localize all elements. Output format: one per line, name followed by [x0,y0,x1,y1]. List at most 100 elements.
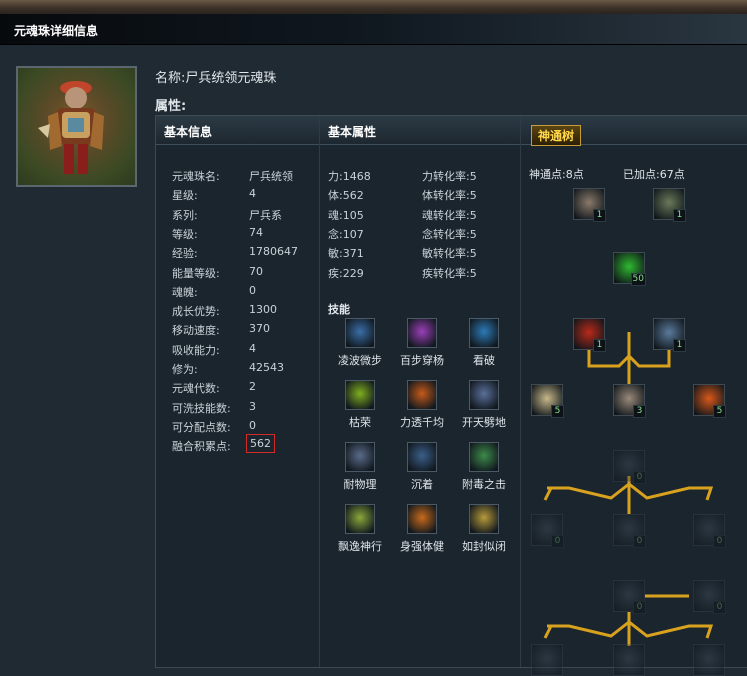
node-points-badge: 0 [633,601,646,614]
seal-shield-icon[interactable] [469,504,499,534]
skill-slot[interactable]: 枯荣 [328,380,392,430]
info-key: 能量等级: [172,266,220,280]
locked-node-icon[interactable]: 0 [613,514,646,548]
info-key: 系列: [172,208,198,222]
node-points-badge: 0 [551,535,564,548]
stat-conversion-rate: 念转化率:5 [422,227,477,241]
locked-node-icon[interactable] [613,644,645,676]
skill-slot[interactable]: 沉着 [390,442,454,492]
green-burst-icon[interactable]: 50 [613,252,646,286]
skill-label: 沉着 [411,478,433,491]
skill-slot[interactable]: 开天劈地 [452,380,516,430]
skill-slot[interactable]: 看破 [452,318,516,368]
skill-label: 枯荣 [349,416,371,429]
basic-attr-column: 基本属性 力:1468 力转化率:5 体:562 体转化率:5 魂:105 魂转化率:5 念… [320,116,521,667]
locked-node-icon[interactable] [531,644,563,676]
locked-node-icon[interactable]: 0 [613,450,646,484]
soul-orb-portrait [16,66,137,187]
basic-attr-title: 基本属性 [328,125,377,139]
skill-label: 开天劈地 [462,416,506,429]
name-label: 名称: [155,71,186,86]
window-frame [0,0,747,15]
stat-conversion-rate: 体转化率:5 [422,189,477,203]
talent-points: 神通点:8点 [529,168,584,181]
skill-label: 力透千均 [400,416,444,429]
fist-icon[interactable]: 3 [613,384,646,418]
vigor-shield-icon[interactable] [407,504,437,534]
info-value: 1300 [249,303,277,317]
composure-icon[interactable] [407,442,437,472]
details-panel: 基本信息 元魂珠名: 尸兵统领 星级: 4 系列: 尸兵系 等级: 74 经验: 1780647 能… [155,115,747,676]
info-key: 融合积累点: [172,440,231,454]
window-title: 元魂珠详细信息 [14,24,99,38]
orb-name: 名称:尸兵统领元魂珠 [155,67,276,86]
skill-label: 飘逸神行 [338,540,382,553]
node-points-badge: 0 [713,601,726,614]
locked-node-icon[interactable] [693,644,725,676]
poison-strike-icon[interactable] [469,442,499,472]
locked-node-icon[interactable]: 0 [531,514,564,548]
node-points-badge: 1 [593,339,606,352]
tab-talent-tree[interactable]: 神通树 [531,125,582,146]
skill-slot[interactable]: 身强体健 [390,504,454,554]
info-value: 0 [249,283,256,297]
warrior-portrait-icon [38,81,104,174]
node-points-badge: 1 [673,339,686,352]
basic-info-header: 基本信息 [156,116,319,145]
flame-arm-icon[interactable]: 5 [693,384,726,418]
skill-label: 凌波微步 [338,354,382,367]
stat-conversion-rate: 疾转化率:5 [422,266,477,280]
node-points-badge: 1 [593,209,606,222]
talent-tree-header: 神通树 [521,116,747,146]
node-points-badge: 3 [633,405,646,418]
info-key: 移动速度: [172,324,220,338]
skill-label: 百步穿杨 [400,354,444,367]
info-value: 4 [249,341,256,355]
node-points-badge: 0 [633,535,646,548]
arrow-pierce-icon[interactable] [407,318,437,348]
swift-shield-icon[interactable] [345,504,375,534]
sky-cleave-icon[interactable] [469,380,499,410]
ice-step-icon[interactable] [345,318,375,348]
info-key: 可洗技能数: [172,401,231,415]
node-points-badge: 5 [551,405,564,418]
node-points-badge: 0 [713,535,726,548]
stat-value: 魂:105 [328,208,364,222]
locked-node-icon[interactable]: 0 [693,514,726,548]
skill-slot[interactable]: 附毒之击 [452,442,516,492]
info-key: 元魂珠名: [172,170,220,183]
stat-conversion-rate: 力转化率:5 [422,170,477,183]
info-key: 魂魄: [172,285,198,299]
stat-value: 力:1468 [328,170,371,183]
skill-slot[interactable]: 百步穿杨 [390,318,454,368]
skill-slot[interactable]: 如封似闭 [452,504,516,554]
power-strike-icon[interactable] [407,380,437,410]
skill-slot[interactable]: 耐物理 [328,442,392,492]
skill-label: 看破 [473,354,495,367]
info-value: 2 [249,380,256,394]
info-value: 74 [249,225,263,239]
node-points-badge: 0 [633,471,646,484]
skill-label: 身强体健 [400,540,444,553]
zombie-head-icon[interactable]: 1 [573,188,606,222]
info-value: 370 [249,322,270,336]
skill-slot[interactable]: 力透千均 [390,380,454,430]
skill-slot[interactable]: 飘逸神行 [328,504,392,554]
zombie-warrior-icon[interactable]: 1 [653,188,686,222]
info-value: 尸兵系 [249,208,282,222]
red-swirl-icon[interactable]: 1 [573,318,606,352]
physical-resist-icon[interactable] [345,442,375,472]
wither-bloom-icon[interactable] [345,380,375,410]
info-value: 0 [249,418,256,432]
node-points-badge: 50 [630,273,646,286]
title-bar: 元魂珠详细信息 [0,14,747,45]
locked-node-icon[interactable]: 0 [693,580,726,614]
stat-value: 敏:371 [328,247,364,261]
skull-icon[interactable]: 5 [531,384,564,418]
skill-slot[interactable]: 凌波微步 [328,318,392,368]
locked-node-icon[interactable]: 0 [613,580,646,614]
insight-icon[interactable] [469,318,499,348]
lightning-icon[interactable]: 1 [653,318,686,352]
info-value: 70 [249,264,263,278]
info-key: 吸收能力: [172,343,220,357]
